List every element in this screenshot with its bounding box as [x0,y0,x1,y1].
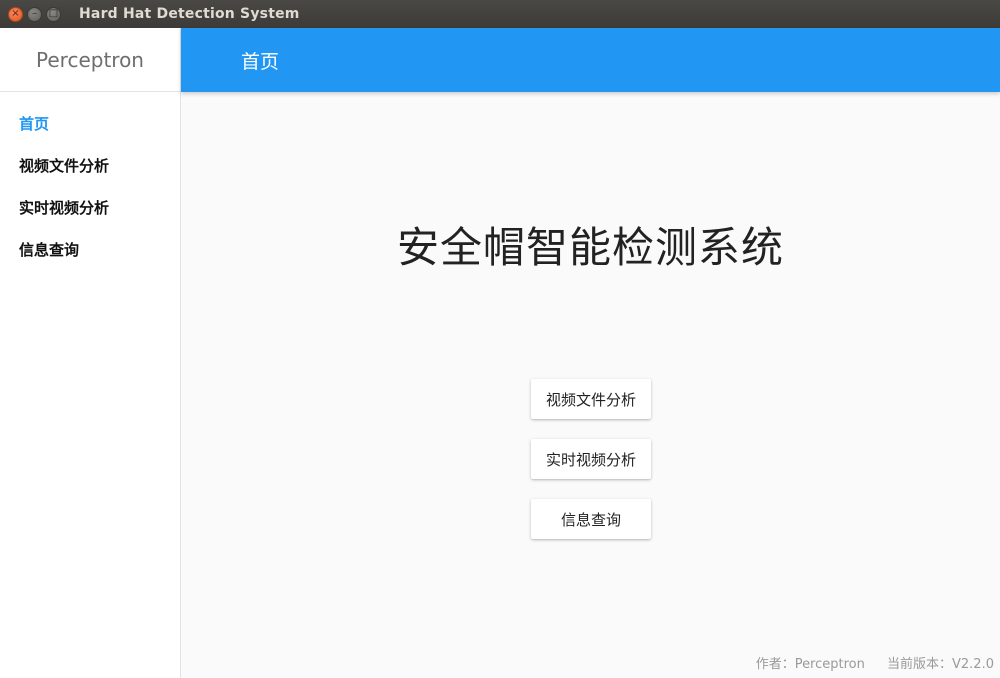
sidebar-item-video-file-analysis[interactable]: 视频文件分析 [0,144,180,186]
info-query-button[interactable]: 信息查询 [531,499,651,539]
window-title: Hard Hat Detection System [79,6,300,22]
header-bar: 首页 [181,28,1000,92]
title-bar[interactable]: × – □ Hard Hat Detection System [0,0,1000,28]
version-label: 当前版本：V2.2.0 [887,657,994,672]
system-heading: 安全帽智能检测系统 [396,223,784,272]
close-window-icon[interactable]: × [8,6,23,22]
realtime-video-analysis-button[interactable]: 实时视频分析 [531,439,651,479]
author-label: 作者：Perceptron [755,657,865,672]
maximize-window-icon[interactable]: □ [46,6,61,22]
app-window: × – □ Hard Hat Detection System Perceptr… [0,0,1000,678]
brand-name: Perceptron [0,28,180,92]
footer-info: 作者：Perceptron 当前版本：V2.2.0 [756,653,994,672]
main-content: 安全帽智能检测系统 视频文件分析 实时视频分析 信息查询 作者：Perceptr… [181,92,1000,678]
video-file-analysis-button[interactable]: 视频文件分析 [531,379,651,419]
sidebar-nav: 首页 视频文件分析 实时视频分析 信息查询 [0,92,180,270]
sidebar-item-info-query[interactable]: 信息查询 [0,228,180,270]
sidebar: Perceptron 首页 视频文件分析 实时视频分析 信息查询 [0,28,181,678]
minimize-window-icon[interactable]: – [27,6,42,22]
window-controls: × – □ [8,6,65,22]
sidebar-item-realtime-video-analysis[interactable]: 实时视频分析 [0,186,180,228]
page-title: 首页 [241,50,280,73]
sidebar-item-home[interactable]: 首页 [0,102,180,144]
